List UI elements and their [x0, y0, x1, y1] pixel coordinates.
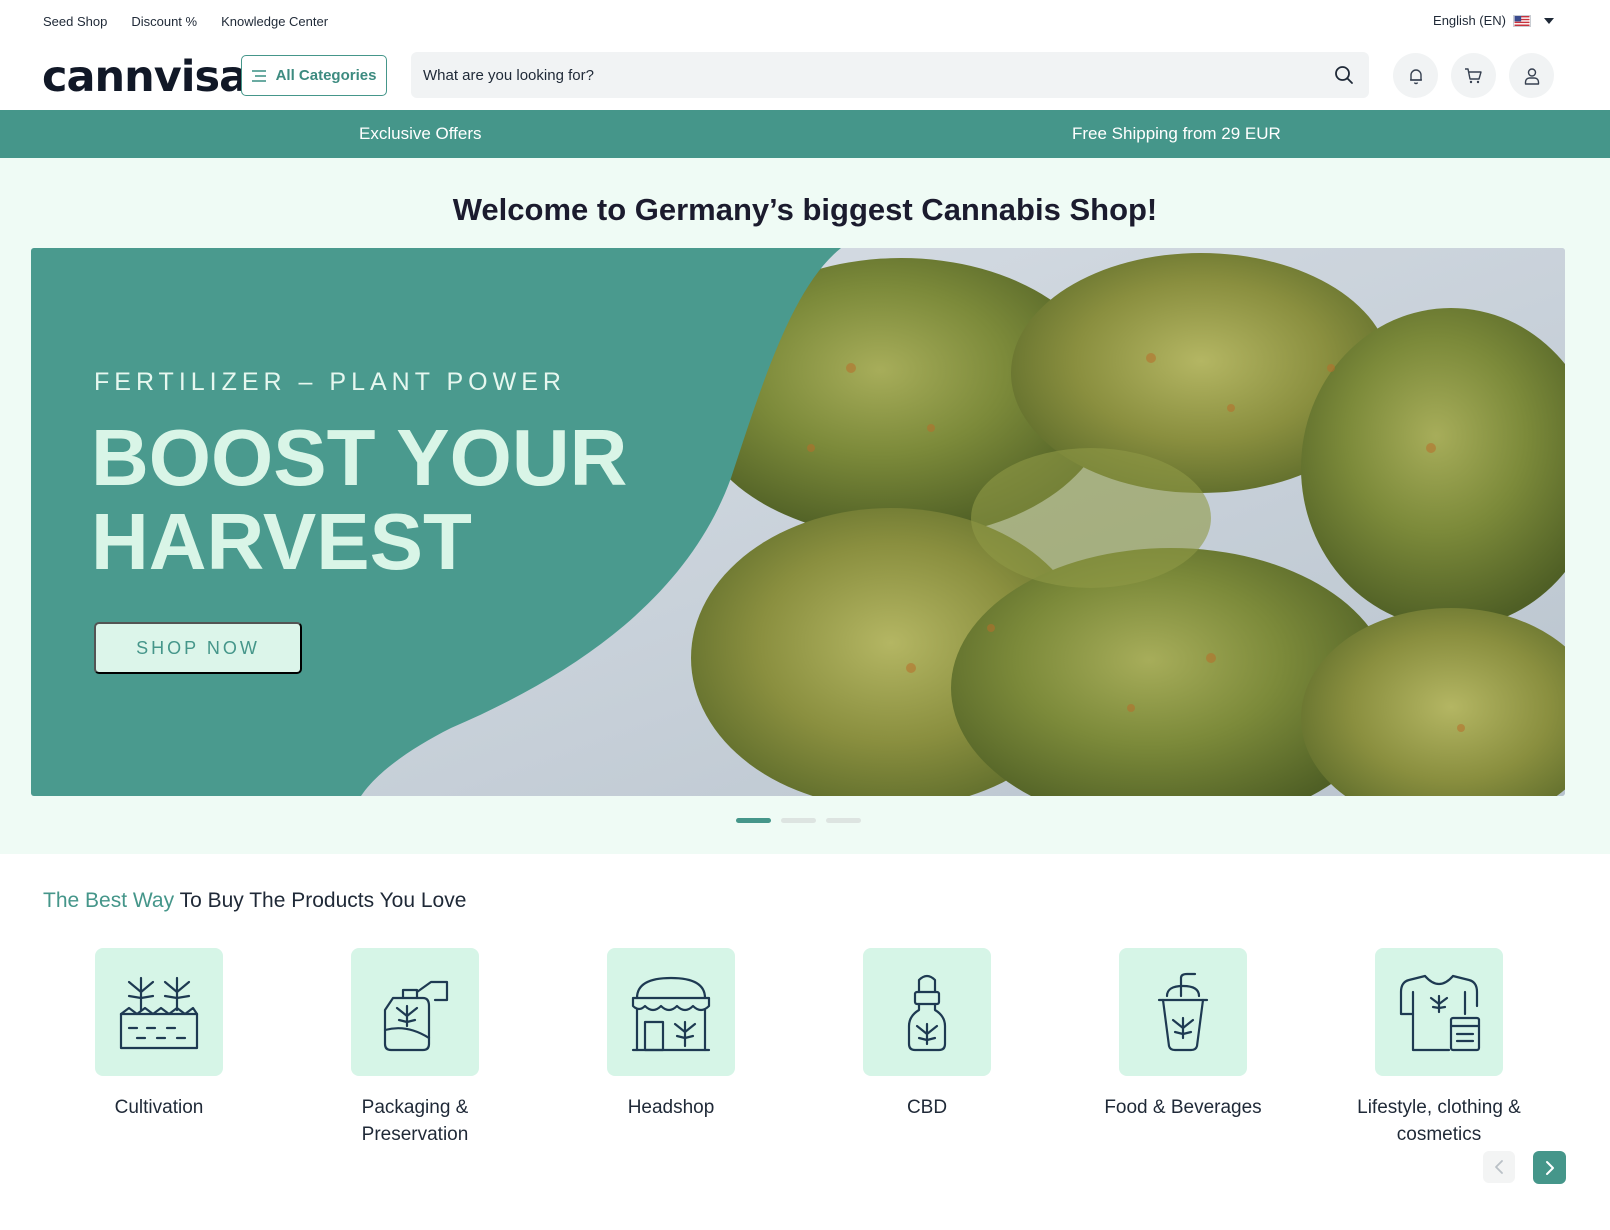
cannvisa-logo[interactable]: cannvisa: [42, 52, 248, 102]
packaging-icon: [383, 980, 449, 1052]
chevron-right-icon: [1545, 1160, 1554, 1175]
banner-eyebrow: FERTILIZER – PLANT POWER: [94, 368, 566, 396]
promo-bar: Exclusive Offers Free Shipping from 29 E…: [0, 110, 1610, 158]
all-categories-label: All Categories: [275, 67, 377, 84]
notifications-button[interactable]: [1393, 53, 1438, 98]
category-label: CBD: [906, 1097, 948, 1118]
categories-heading-accent: The Best Way: [43, 889, 175, 912]
category-tile: [1375, 948, 1503, 1076]
main-header: cannvisa All Categories: [0, 44, 1610, 110]
cart-button[interactable]: [1451, 53, 1496, 98]
exclusive-offers-link[interactable]: Exclusive Offers: [359, 124, 482, 144]
bell-icon: [1409, 68, 1422, 84]
chevron-left-icon: [1495, 1160, 1503, 1174]
category-tile: [863, 948, 991, 1076]
user-icon: [1524, 67, 1539, 85]
language-label: English (EN): [1433, 13, 1506, 28]
category-tile: [351, 948, 479, 1076]
categories-heading: The Best Way To Buy The Products You Lov…: [43, 889, 466, 913]
menu-lines-icon: [251, 69, 266, 82]
carousel-dot-2[interactable]: [781, 818, 816, 823]
carousel-dot-3[interactable]: [826, 818, 861, 823]
category-label: Packaging & Preservation: [361, 1097, 469, 1145]
seed-shop-link[interactable]: Seed Shop: [43, 14, 107, 29]
carousel-dot-1[interactable]: [736, 818, 771, 823]
cultivation-icon: [119, 976, 199, 1050]
utility-bar: Seed Shop Discount % Knowledge Center En…: [0, 0, 1610, 44]
category-tile: [1119, 948, 1247, 1076]
shop-now-button[interactable]: SHOP NOW: [94, 622, 302, 674]
search-input[interactable]: [423, 52, 1303, 98]
hero-section: Welcome to Germany’s biggest Cannabis Sh…: [0, 158, 1610, 854]
category-packaging[interactable]: Packaging & Preservation: [315, 948, 515, 1148]
category-lifestyle[interactable]: Lifestyle, clothing & cosmetics: [1339, 948, 1539, 1148]
all-categories-button[interactable]: All Categories: [241, 55, 387, 96]
language-selector[interactable]: English (EN): [1433, 13, 1554, 28]
carousel-dots: [736, 818, 861, 823]
discount-link[interactable]: Discount %: [131, 14, 197, 29]
carousel-next-button[interactable]: [1533, 1151, 1566, 1184]
category-label: Lifestyle, clothing & cosmetics: [1357, 1097, 1521, 1145]
category-label: Food & Beverages: [1104, 1097, 1262, 1118]
category-cbd[interactable]: CBD: [827, 948, 1027, 1121]
headline-line-1: BOOST YOUR: [91, 413, 628, 502]
categories-heading-rest: To Buy The Products You Love: [179, 889, 467, 912]
free-shipping-text: Free Shipping from 29 EUR: [1072, 124, 1281, 143]
account-button[interactable]: [1509, 53, 1554, 98]
cart-icon: [1465, 67, 1482, 83]
clothing-icon: [1399, 974, 1481, 1052]
cbd-dropper-icon: [907, 974, 947, 1052]
category-headshop[interactable]: Headshop: [571, 948, 771, 1121]
carousel-prev-button[interactable]: [1483, 1151, 1515, 1183]
search-icon[interactable]: [1333, 64, 1355, 86]
category-label: Cultivation: [114, 1097, 204, 1118]
utility-nav: Seed Shop Discount % Knowledge Center: [43, 14, 328, 29]
welcome-heading: Welcome to Germany’s biggest Cannabis Sh…: [452, 192, 1158, 227]
headshop-icon: [631, 976, 711, 1052]
drink-cup-icon: [1157, 972, 1209, 1052]
chevron-down-icon: [1544, 17, 1554, 24]
category-tile: [607, 948, 735, 1076]
hero-banner[interactable]: FERTILIZER – PLANT POWER BOOST YOUR HARV…: [31, 248, 1565, 796]
category-cultivation[interactable]: Cultivation: [59, 948, 259, 1121]
knowledge-center-link[interactable]: Knowledge Center: [221, 14, 328, 29]
category-label: Headshop: [627, 1097, 715, 1118]
us-flag-icon: [1513, 14, 1531, 27]
headline-line-2: HARVEST: [91, 497, 472, 586]
category-tile: [95, 948, 223, 1076]
category-food-beverages[interactable]: Food & Beverages: [1083, 948, 1283, 1121]
banner-headline: BOOST YOUR HARVEST: [91, 416, 627, 584]
search-bar: [411, 52, 1369, 98]
